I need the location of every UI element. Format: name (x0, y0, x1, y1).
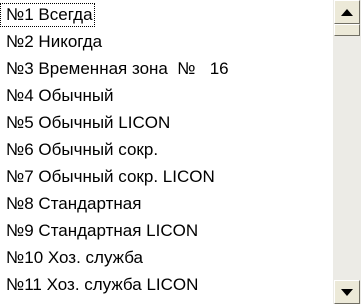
list-items: №1 Всегда №2 Никогда №3 Временная зона №… (0, 0, 333, 304)
list-item[interactable]: №11 Хоз. служба LICON (4, 273, 200, 297)
scroll-up-button[interactable] (334, 0, 360, 24)
list-item[interactable]: №4 Обычный (4, 84, 116, 108)
list-item[interactable]: №9 Стандартная LICON (4, 219, 200, 243)
list-item[interactable]: №1 Всегда (0, 3, 95, 27)
arrow-down-icon (341, 288, 353, 296)
list-item[interactable]: №3 Временная зона № 16 (4, 57, 231, 81)
vertical-scrollbar[interactable] (333, 0, 361, 304)
list-item[interactable]: №8 Стандартная (4, 192, 143, 216)
list-item[interactable]: №7 Обычный сокр. LICON (4, 165, 217, 189)
schedule-listbox[interactable]: №1 Всегда №2 Никогда №3 Временная зона №… (0, 0, 361, 304)
scroll-thumb[interactable] (334, 24, 360, 36)
list-item[interactable]: №5 Обычный LICON (4, 111, 172, 135)
list-item[interactable]: №2 Никогда (4, 30, 104, 54)
arrow-up-icon (341, 8, 353, 16)
scroll-down-button[interactable] (334, 280, 360, 304)
list-item[interactable]: №10 Хоз. служба (4, 246, 145, 270)
list-item[interactable]: №6 Обычный сокр. (4, 138, 160, 162)
